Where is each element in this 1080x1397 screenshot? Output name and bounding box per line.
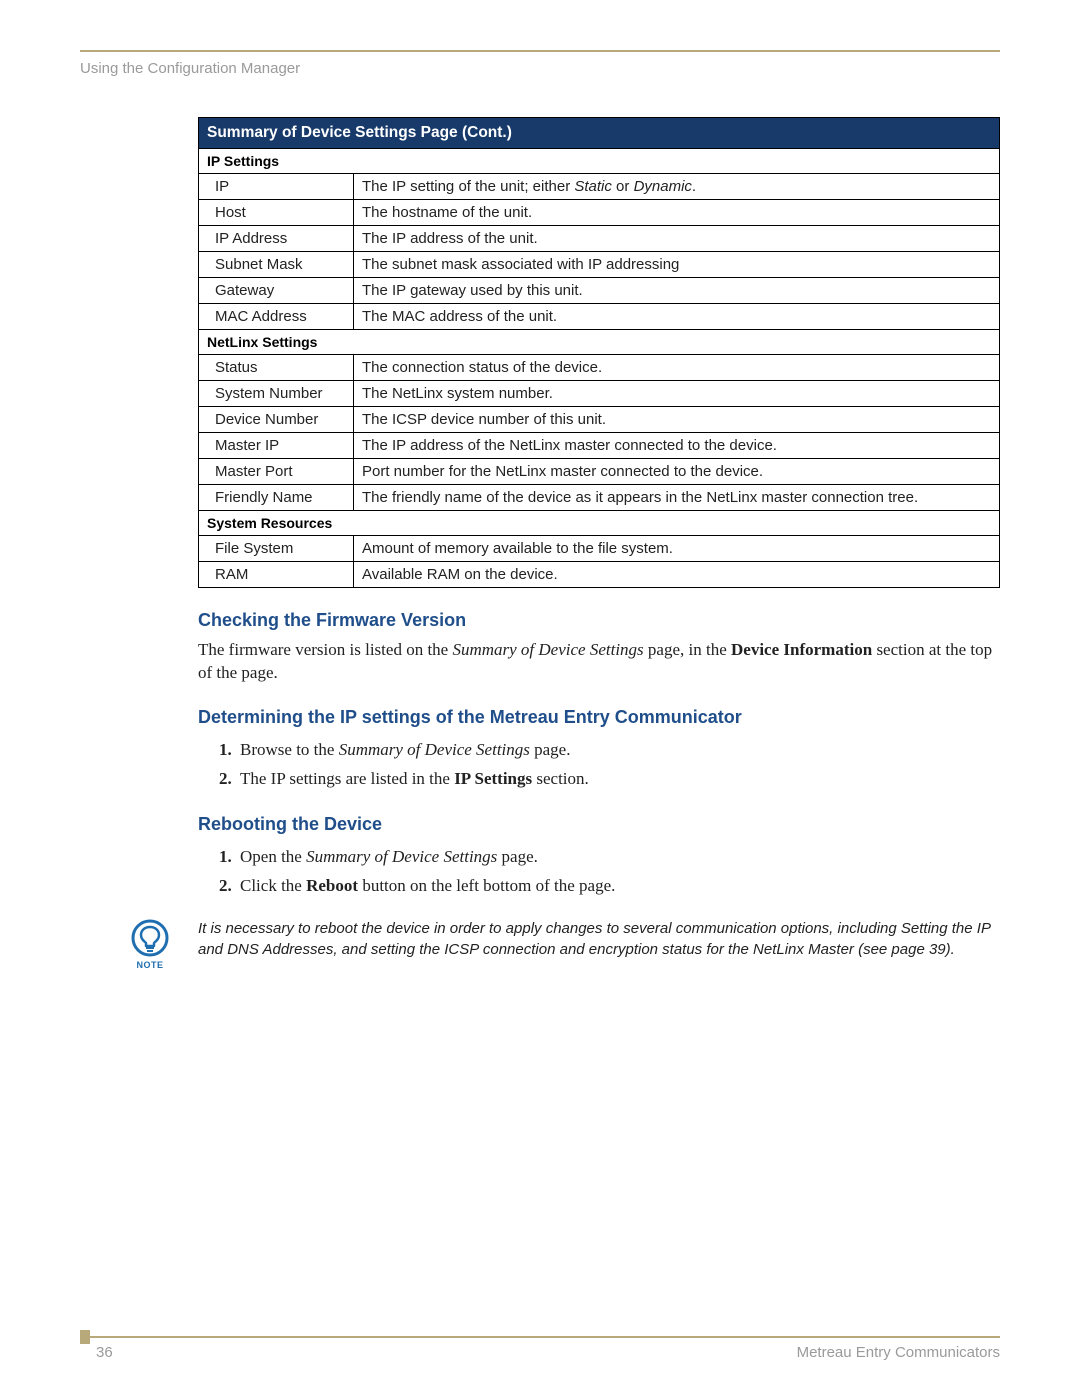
ordered-list: Open the Summary of Device Settings page…	[198, 843, 1000, 899]
table-row: MAC AddressThe MAC address of the unit.	[199, 304, 1000, 330]
cell-label: Gateway	[199, 278, 354, 304]
running-head: Using the Configuration Manager	[80, 60, 1000, 77]
cell-label: File System	[199, 536, 354, 562]
table-title: Summary of Device Settings Page (Cont.)	[199, 118, 1000, 149]
settings-table: Summary of Device Settings Page (Cont.) …	[198, 117, 1000, 588]
cell-label: IP Address	[199, 226, 354, 252]
ordered-list: Browse to the Summary of Device Settings…	[198, 736, 1000, 792]
cell-desc: The MAC address of the unit.	[354, 304, 1000, 330]
table-row: GatewayThe IP gateway used by this unit.	[199, 278, 1000, 304]
cell-label: RAM	[199, 562, 354, 588]
table-row: File SystemAmount of memory available to…	[199, 536, 1000, 562]
cell-desc: Port number for the NetLinx master conne…	[354, 459, 1000, 485]
table-section-header: System Resources	[199, 511, 1000, 536]
heading-reboot: Rebooting the Device	[198, 814, 1000, 835]
doc-title: Metreau Entry Communicators	[797, 1344, 1000, 1361]
table-row: Master PortPort number for the NetLinx m…	[199, 459, 1000, 485]
cell-desc: The ICSP device number of this unit.	[354, 407, 1000, 433]
list-item: Browse to the Summary of Device Settings…	[236, 736, 1000, 763]
table-row: Friendly NameThe friendly name of the de…	[199, 485, 1000, 511]
cell-label: Subnet Mask	[199, 252, 354, 278]
cell-label: Friendly Name	[199, 485, 354, 511]
cell-desc: The IP setting of the unit; either Stati…	[354, 174, 1000, 200]
table-row: Master IPThe IP address of the NetLinx m…	[199, 433, 1000, 459]
note-label: NOTE	[126, 960, 174, 970]
note-callout: NOTE It is necessary to reboot the devic…	[198, 918, 1000, 962]
table-row: RAMAvailable RAM on the device.	[199, 562, 1000, 588]
table-row: IP AddressThe IP address of the unit.	[199, 226, 1000, 252]
list-item: Open the Summary of Device Settings page…	[236, 843, 1000, 870]
note-icon: NOTE	[126, 918, 174, 970]
header-rule	[80, 50, 1000, 52]
table-row: StatusThe connection status of the devic…	[199, 355, 1000, 381]
document-page: Using the Configuration Manager Summary …	[0, 0, 1080, 1397]
table-row: Device NumberThe ICSP device number of t…	[199, 407, 1000, 433]
page-content: Summary of Device Settings Page (Cont.) …	[198, 117, 1000, 961]
cell-label: Status	[199, 355, 354, 381]
footer-rule	[90, 1336, 1000, 1338]
cell-desc: The hostname of the unit.	[354, 200, 1000, 226]
page-footer: 36 Metreau Entry Communicators	[80, 1326, 1000, 1361]
heading-firmware: Checking the Firmware Version	[198, 610, 1000, 631]
cell-desc: The IP address of the NetLinx master con…	[354, 433, 1000, 459]
cell-desc: The IP address of the unit.	[354, 226, 1000, 252]
cell-desc: Amount of memory available to the file s…	[354, 536, 1000, 562]
cell-label: System Number	[199, 381, 354, 407]
cell-desc: The IP gateway used by this unit.	[354, 278, 1000, 304]
cell-desc: The subnet mask associated with IP addre…	[354, 252, 1000, 278]
cell-desc: The NetLinx system number.	[354, 381, 1000, 407]
table-section-header: IP Settings	[199, 149, 1000, 174]
cell-label: Master Port	[199, 459, 354, 485]
table-row: IPThe IP setting of the unit; either Sta…	[199, 174, 1000, 200]
cell-label: IP	[199, 174, 354, 200]
cell-label: MAC Address	[199, 304, 354, 330]
cell-desc: The connection status of the device.	[354, 355, 1000, 381]
cell-desc: Available RAM on the device.	[354, 562, 1000, 588]
table-row: Subnet MaskThe subnet mask associated wi…	[199, 252, 1000, 278]
footer-tab	[80, 1330, 90, 1344]
table-section-header: NetLinx Settings	[199, 330, 1000, 355]
list-item: Click the Reboot button on the left bott…	[236, 872, 1000, 899]
cell-label: Device Number	[199, 407, 354, 433]
heading-ip: Determining the IP settings of the Metre…	[198, 707, 1000, 728]
table-row: System NumberThe NetLinx system number.	[199, 381, 1000, 407]
cell-label: Master IP	[199, 433, 354, 459]
cell-label: Host	[199, 200, 354, 226]
note-text: It is necessary to reboot the device in …	[198, 918, 1000, 962]
cell-desc: The friendly name of the device as it ap…	[354, 485, 1000, 511]
table-row: HostThe hostname of the unit.	[199, 200, 1000, 226]
paragraph: The firmware version is listed on the Su…	[198, 639, 1000, 685]
list-item: The IP settings are listed in the IP Set…	[236, 765, 1000, 792]
page-number: 36	[96, 1344, 113, 1361]
